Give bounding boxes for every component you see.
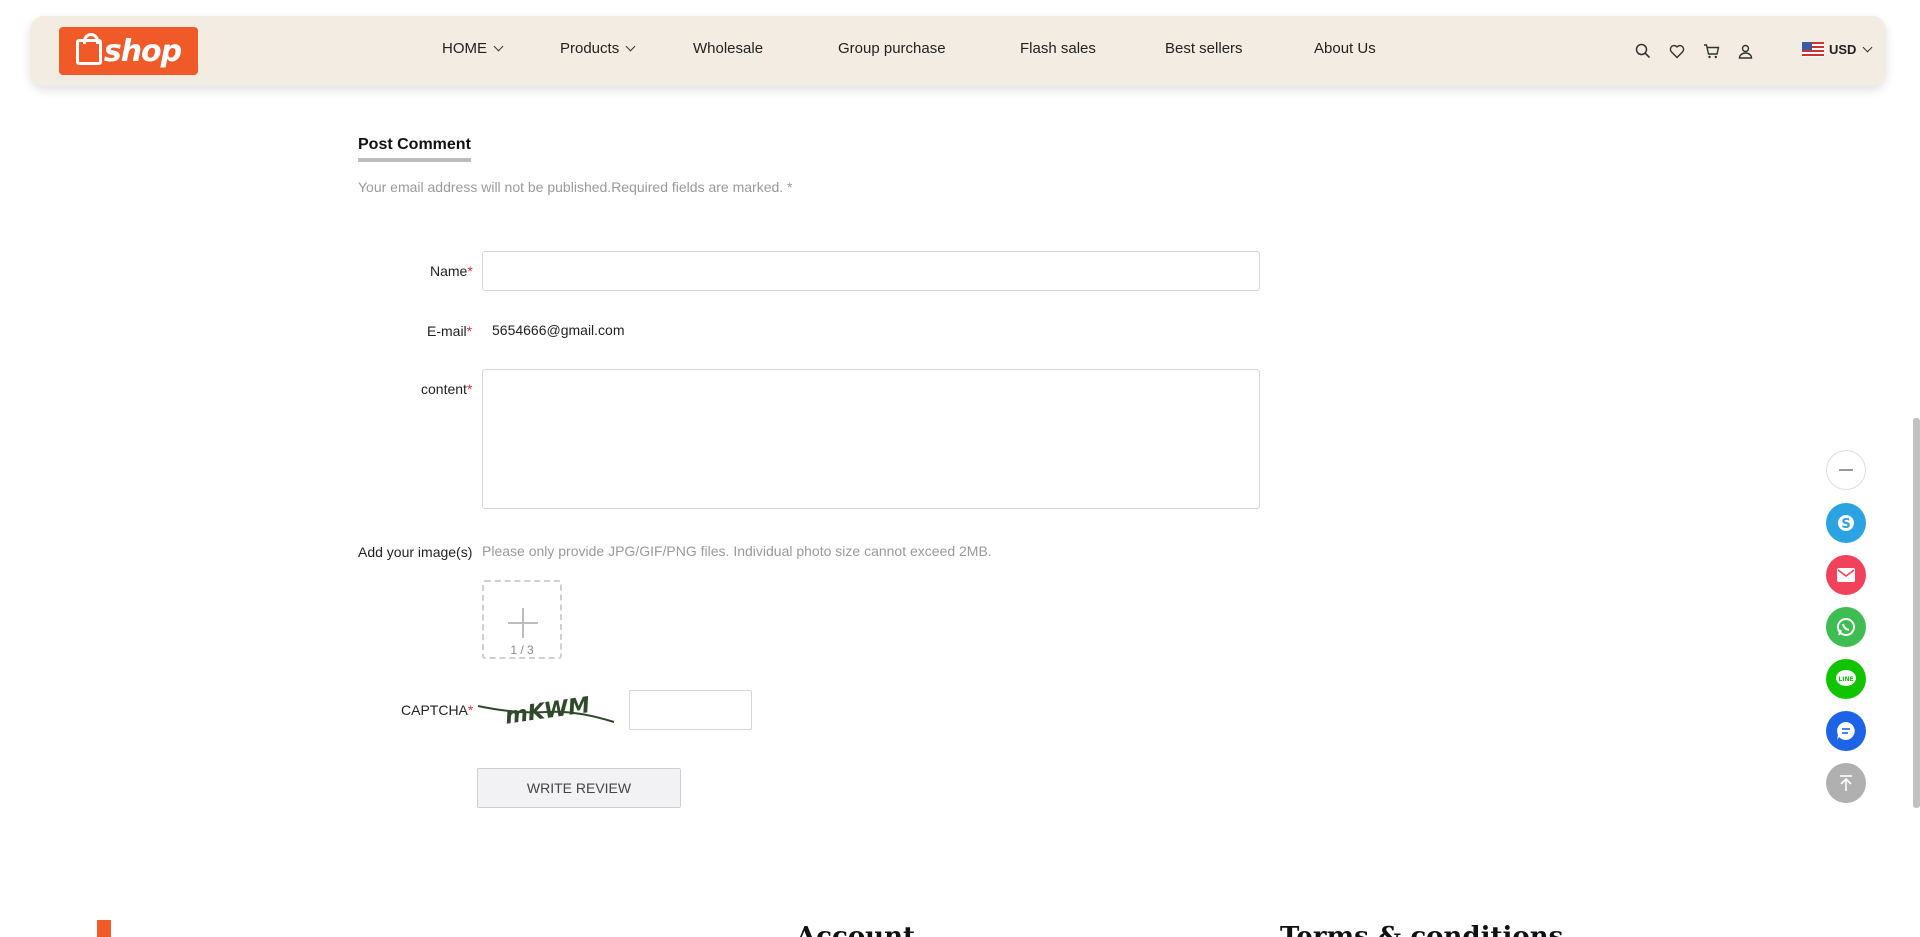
post-comment-title: Post Comment — [358, 136, 471, 162]
line-icon: LINE — [1836, 670, 1856, 686]
captcha-label: CAPTCHA* — [401, 702, 473, 718]
whatsapp-button[interactable] — [1826, 607, 1866, 647]
nav-products[interactable]: Products — [560, 40, 636, 57]
skype-icon: S — [1838, 515, 1854, 532]
arrow-up-icon — [1840, 775, 1852, 791]
user-icon[interactable] — [1736, 42, 1754, 60]
footer-logo[interactable] — [97, 920, 111, 937]
image-upload-button[interactable]: 1 / 3 — [482, 580, 562, 659]
nav-wholesale[interactable]: Wholesale — [693, 40, 763, 57]
nav-products-label: Products — [560, 40, 620, 57]
page-scrollbar[interactable] — [1913, 418, 1920, 808]
back-to-top-button[interactable] — [1826, 763, 1866, 803]
nav-best-sellers[interactable]: Best sellers — [1165, 40, 1243, 57]
line-button[interactable]: LINE — [1826, 659, 1866, 699]
required-mark: * — [467, 263, 473, 279]
site-logo[interactable]: shop — [59, 27, 198, 75]
currency-selector[interactable]: USD — [1802, 42, 1873, 57]
chevron-down-icon — [493, 41, 504, 52]
required-mark: * — [466, 323, 473, 339]
search-icon[interactable] — [1634, 42, 1652, 60]
whatsapp-icon — [1837, 618, 1855, 636]
us-flag-icon — [1802, 42, 1824, 57]
email-button[interactable] — [1826, 555, 1866, 595]
nav-best-sellers-label: Best sellers — [1165, 40, 1243, 57]
cart-icon[interactable] — [1702, 42, 1720, 60]
footer-account-heading: Account — [796, 922, 915, 937]
plus-icon-vertical — [522, 608, 524, 638]
nav-flash-sales-label: Flash sales — [1020, 40, 1096, 57]
chevron-down-icon — [625, 41, 636, 52]
email-label: E-mail* — [427, 323, 472, 339]
name-label-text: Name — [430, 263, 468, 279]
site-header: shop HOME Products Wholesale Group purch… — [30, 16, 1886, 86]
shopping-bag-icon — [75, 33, 102, 65]
nav-wholesale-label: Wholesale — [693, 40, 764, 57]
write-review-button[interactable]: WRITE REVIEW — [477, 768, 681, 808]
mail-icon — [1837, 568, 1855, 582]
minus-icon — [1839, 469, 1853, 471]
required-mark: * — [467, 702, 474, 718]
svg-text:S: S — [1841, 517, 1850, 532]
nav-group-purchase-label: Group purchase — [838, 40, 946, 57]
chat-icon — [1837, 722, 1855, 740]
images-label: Add your image(s) — [358, 544, 473, 560]
captcha-input[interactable] — [629, 690, 752, 730]
skype-button[interactable]: S — [1826, 503, 1866, 543]
email-value: 5654666@gmail.com — [492, 322, 625, 338]
email-label-text: E-mail — [427, 323, 467, 339]
name-input[interactable] — [482, 251, 1260, 291]
form-note: Your email address will not be published… — [358, 179, 793, 195]
nav-about-us-label: About Us — [1314, 40, 1376, 57]
required-mark: * — [466, 381, 473, 397]
footer-terms-heading: Terms & conditions — [1280, 922, 1564, 937]
logo-text: shop — [103, 33, 182, 69]
upload-count: 1 / 3 — [510, 643, 534, 657]
heart-icon[interactable] — [1668, 42, 1686, 60]
nav-flash-sales[interactable]: Flash sales — [1020, 40, 1096, 57]
content-textarea[interactable] — [482, 369, 1260, 509]
images-hint: Please only provide JPG/GIF/PNG files. I… — [482, 543, 992, 559]
nav-home[interactable]: HOME — [442, 40, 504, 57]
page: shop HOME Products Wholesale Group purch… — [0, 0, 1920, 937]
currency-label: USD — [1829, 42, 1857, 57]
captcha-image[interactable]: mKWM — [476, 686, 616, 726]
content-label: content* — [421, 381, 472, 397]
nav-home-label: HOME — [442, 40, 487, 57]
chevron-down-icon — [1863, 42, 1873, 53]
content-label-text: content — [421, 381, 467, 397]
captcha-text: mKWM — [503, 693, 591, 726]
nav-about-us[interactable]: About Us — [1314, 40, 1376, 57]
chat-button[interactable] — [1826, 711, 1866, 751]
name-label: Name* — [430, 263, 473, 279]
minimize-button[interactable] — [1826, 450, 1866, 490]
svg-text:LINE: LINE — [1838, 676, 1853, 683]
nav-group-purchase[interactable]: Group purchase — [838, 40, 946, 57]
captcha-label-text: CAPTCHA — [401, 702, 468, 718]
